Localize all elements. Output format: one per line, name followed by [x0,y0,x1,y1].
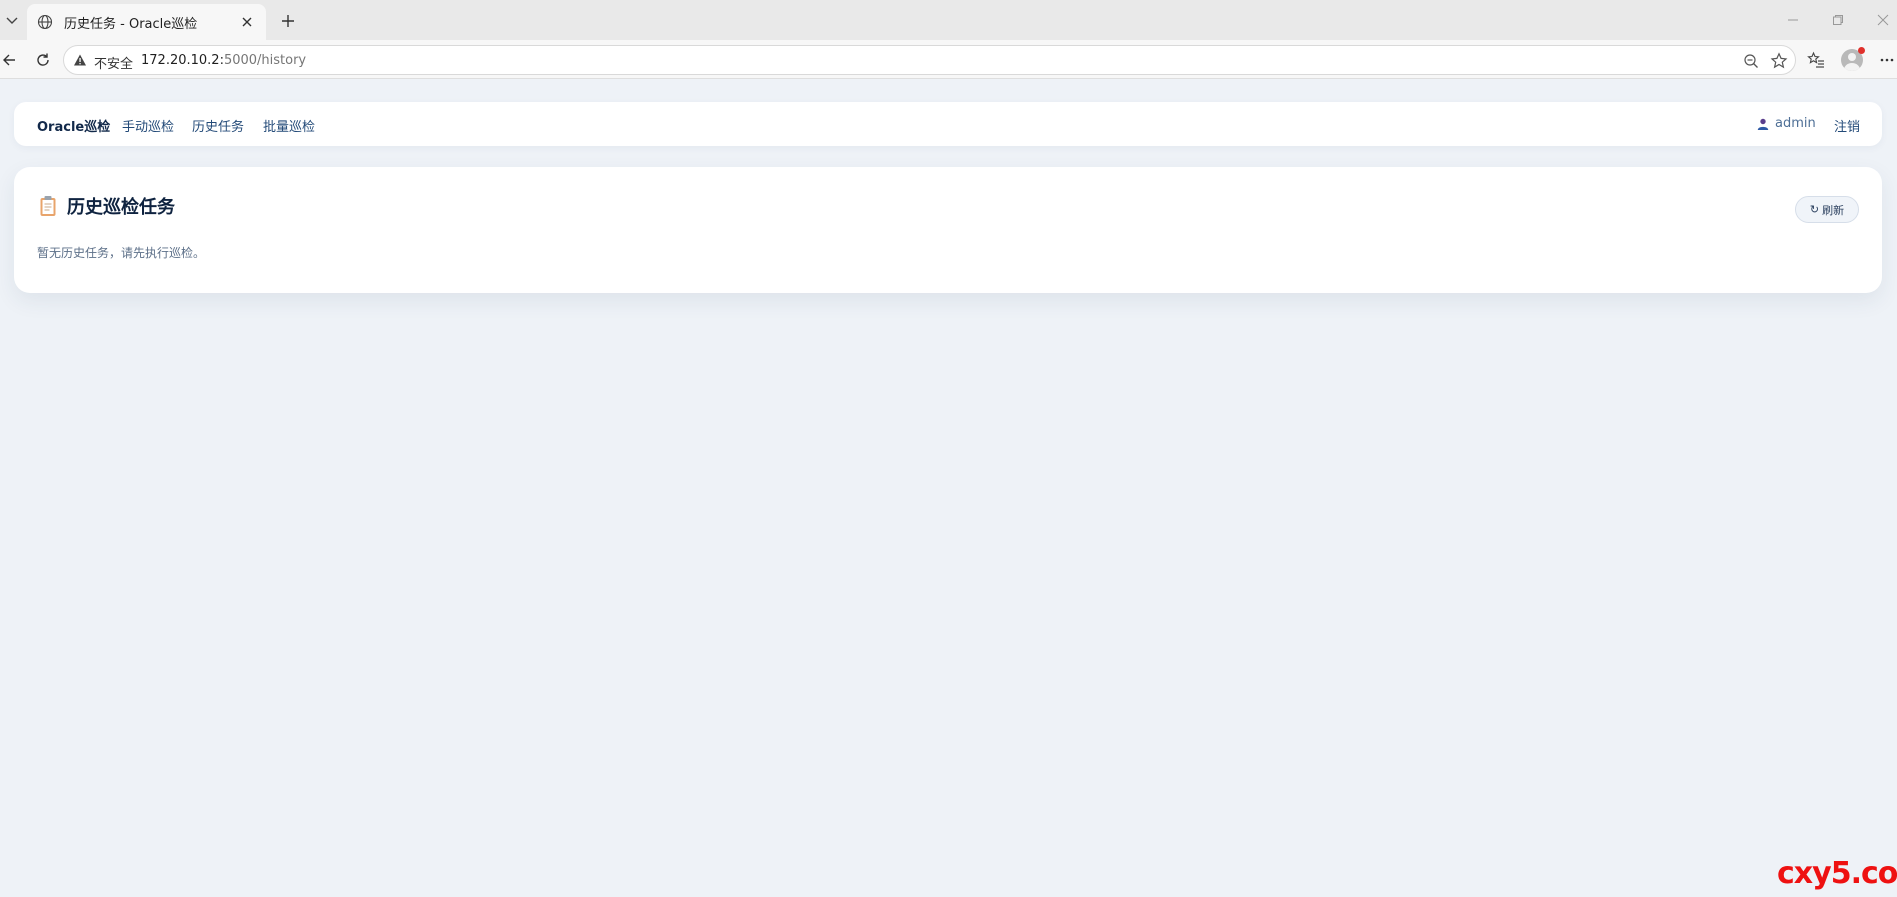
url-path: 5000/history [223,53,307,68]
app-navbar: Oracle巡检 手动巡检 历史任务 批量巡检 admin 注销 [14,102,1882,146]
restore-icon[interactable] [1826,8,1850,32]
brand-link[interactable]: Oracle巡检 [37,116,110,135]
warning-triangle-icon [74,54,86,66]
card-title-text: 历史巡检任务 [67,197,175,218]
address-bar[interactable]: 不安全 172.20.10.2:5000/history [63,45,1796,75]
browser-tab-strip: 历史任务 - Oracle巡检 [0,0,1897,40]
url-text: 172.20.10.2:5000/history [141,53,306,68]
security-status-label[interactable]: 不安全 [94,53,133,72]
more-menu-icon[interactable] [1874,47,1897,73]
globe-icon [36,13,54,31]
history-card: 历史巡检任务 ↻ 刷新 暂无历史任务，请先执行巡检。 [14,167,1882,293]
browser-tab[interactable]: 历史任务 - Oracle巡检 [27,4,266,40]
nav-batch-inspection[interactable]: 批量巡检 [263,116,315,135]
current-user: admin [1757,116,1816,131]
url-host: 172.20.10.2: [141,53,224,68]
zoom-icon[interactable] [1741,51,1761,71]
logout-link[interactable]: 注销 [1834,116,1860,135]
nav-manual-inspection[interactable]: 手动巡检 [122,116,174,135]
minimize-icon[interactable] [1781,8,1805,32]
browser-toolbar: 不安全 172.20.10.2:5000/history [0,40,1897,79]
profile-avatar-icon[interactable] [1839,47,1865,73]
clipboard-icon [40,196,56,216]
user-name: admin [1775,116,1816,131]
new-tab-plus-icon[interactable] [276,9,300,33]
refresh-label: 刷新 [1822,203,1845,217]
tab-title: 历史任务 - Oracle巡检 [64,16,198,32]
notification-dot [1858,47,1865,54]
nav-history-tasks[interactable]: 历史任务 [192,116,244,135]
close-tab-icon[interactable] [238,13,256,31]
refresh-button[interactable]: ↻ 刷新 [1795,196,1859,223]
back-arrow-icon[interactable] [0,47,22,73]
watermark: cxy5.com [1777,856,1897,891]
favorites-list-icon[interactable] [1803,47,1829,73]
refresh-icon: ↻ [1809,203,1820,216]
favorite-star-icon[interactable] [1769,51,1789,71]
page-title: 历史巡检任务 [39,193,175,219]
reload-icon[interactable] [30,47,56,73]
empty-state-message: 暂无历史任务，请先执行巡检。 [37,246,206,260]
tab-list-chevron-icon[interactable] [0,8,24,32]
close-window-icon[interactable] [1871,8,1895,32]
user-icon [1757,118,1769,130]
